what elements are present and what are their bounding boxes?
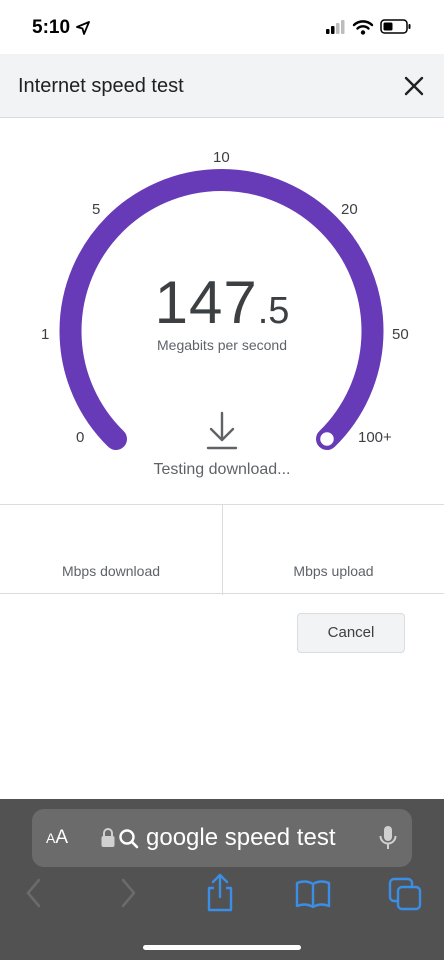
address-bar[interactable]: AA google speed test <box>32 809 412 867</box>
tabs-icon[interactable] <box>388 877 424 913</box>
location-arrow-icon <box>76 21 90 35</box>
close-icon <box>404 76 424 96</box>
status-icons <box>326 18 426 41</box>
upload-result: Mbps upload <box>222 505 444 595</box>
testing-status: Testing download... <box>153 461 291 478</box>
forward-icon[interactable] <box>118 877 138 909</box>
wifi-icon <box>352 20 374 35</box>
speed-value-integer: 147 <box>154 269 258 336</box>
microphone-icon[interactable] <box>378 824 398 852</box>
status-bar: 5:10 <box>0 0 444 54</box>
home-indicator <box>143 945 301 950</box>
tick-label-5: 5 <box>92 201 101 218</box>
cellular-signal-icon <box>326 20 345 34</box>
browser-bottom-bar: AA google speed test <box>0 799 444 960</box>
gauge-needle-dot <box>317 429 337 449</box>
dialog-header: Internet speed test <box>0 54 444 118</box>
speed-value-decimal: .5 <box>257 290 290 332</box>
speed-gauge: 0 1 5 10 20 50 100+ 147.5 Megabits per s… <box>0 118 444 504</box>
bookmarks-icon[interactable] <box>295 879 331 909</box>
speed-unit-label: Megabits per second <box>157 337 287 353</box>
tick-label-20: 20 <box>341 201 358 218</box>
reader-aa-button[interactable]: AA <box>46 827 68 849</box>
status-time: 5:10 <box>32 17 71 38</box>
url-text: google speed test <box>146 824 336 851</box>
cancel-button[interactable]: Cancel <box>297 613 405 653</box>
results-row: Mbps download Mbps upload <box>0 504 444 595</box>
speed-value: 147.5 <box>0 268 444 337</box>
tick-label-10: 10 <box>213 149 230 166</box>
close-button[interactable] <box>400 72 428 100</box>
battery-icon <box>380 19 411 34</box>
tick-label-0: 0 <box>76 429 85 446</box>
search-icon <box>119 829 139 849</box>
dialog-title: Internet speed test <box>18 75 184 97</box>
download-label: Mbps download <box>61 563 161 579</box>
download-arrow-icon <box>206 411 238 450</box>
upload-label: Mbps upload <box>293 563 374 579</box>
back-icon[interactable] <box>24 877 44 909</box>
download-result: Mbps download <box>0 505 222 595</box>
share-icon[interactable] <box>204 873 236 913</box>
lock-icon <box>101 828 115 847</box>
tick-label-100-plus: 100+ <box>358 429 392 446</box>
